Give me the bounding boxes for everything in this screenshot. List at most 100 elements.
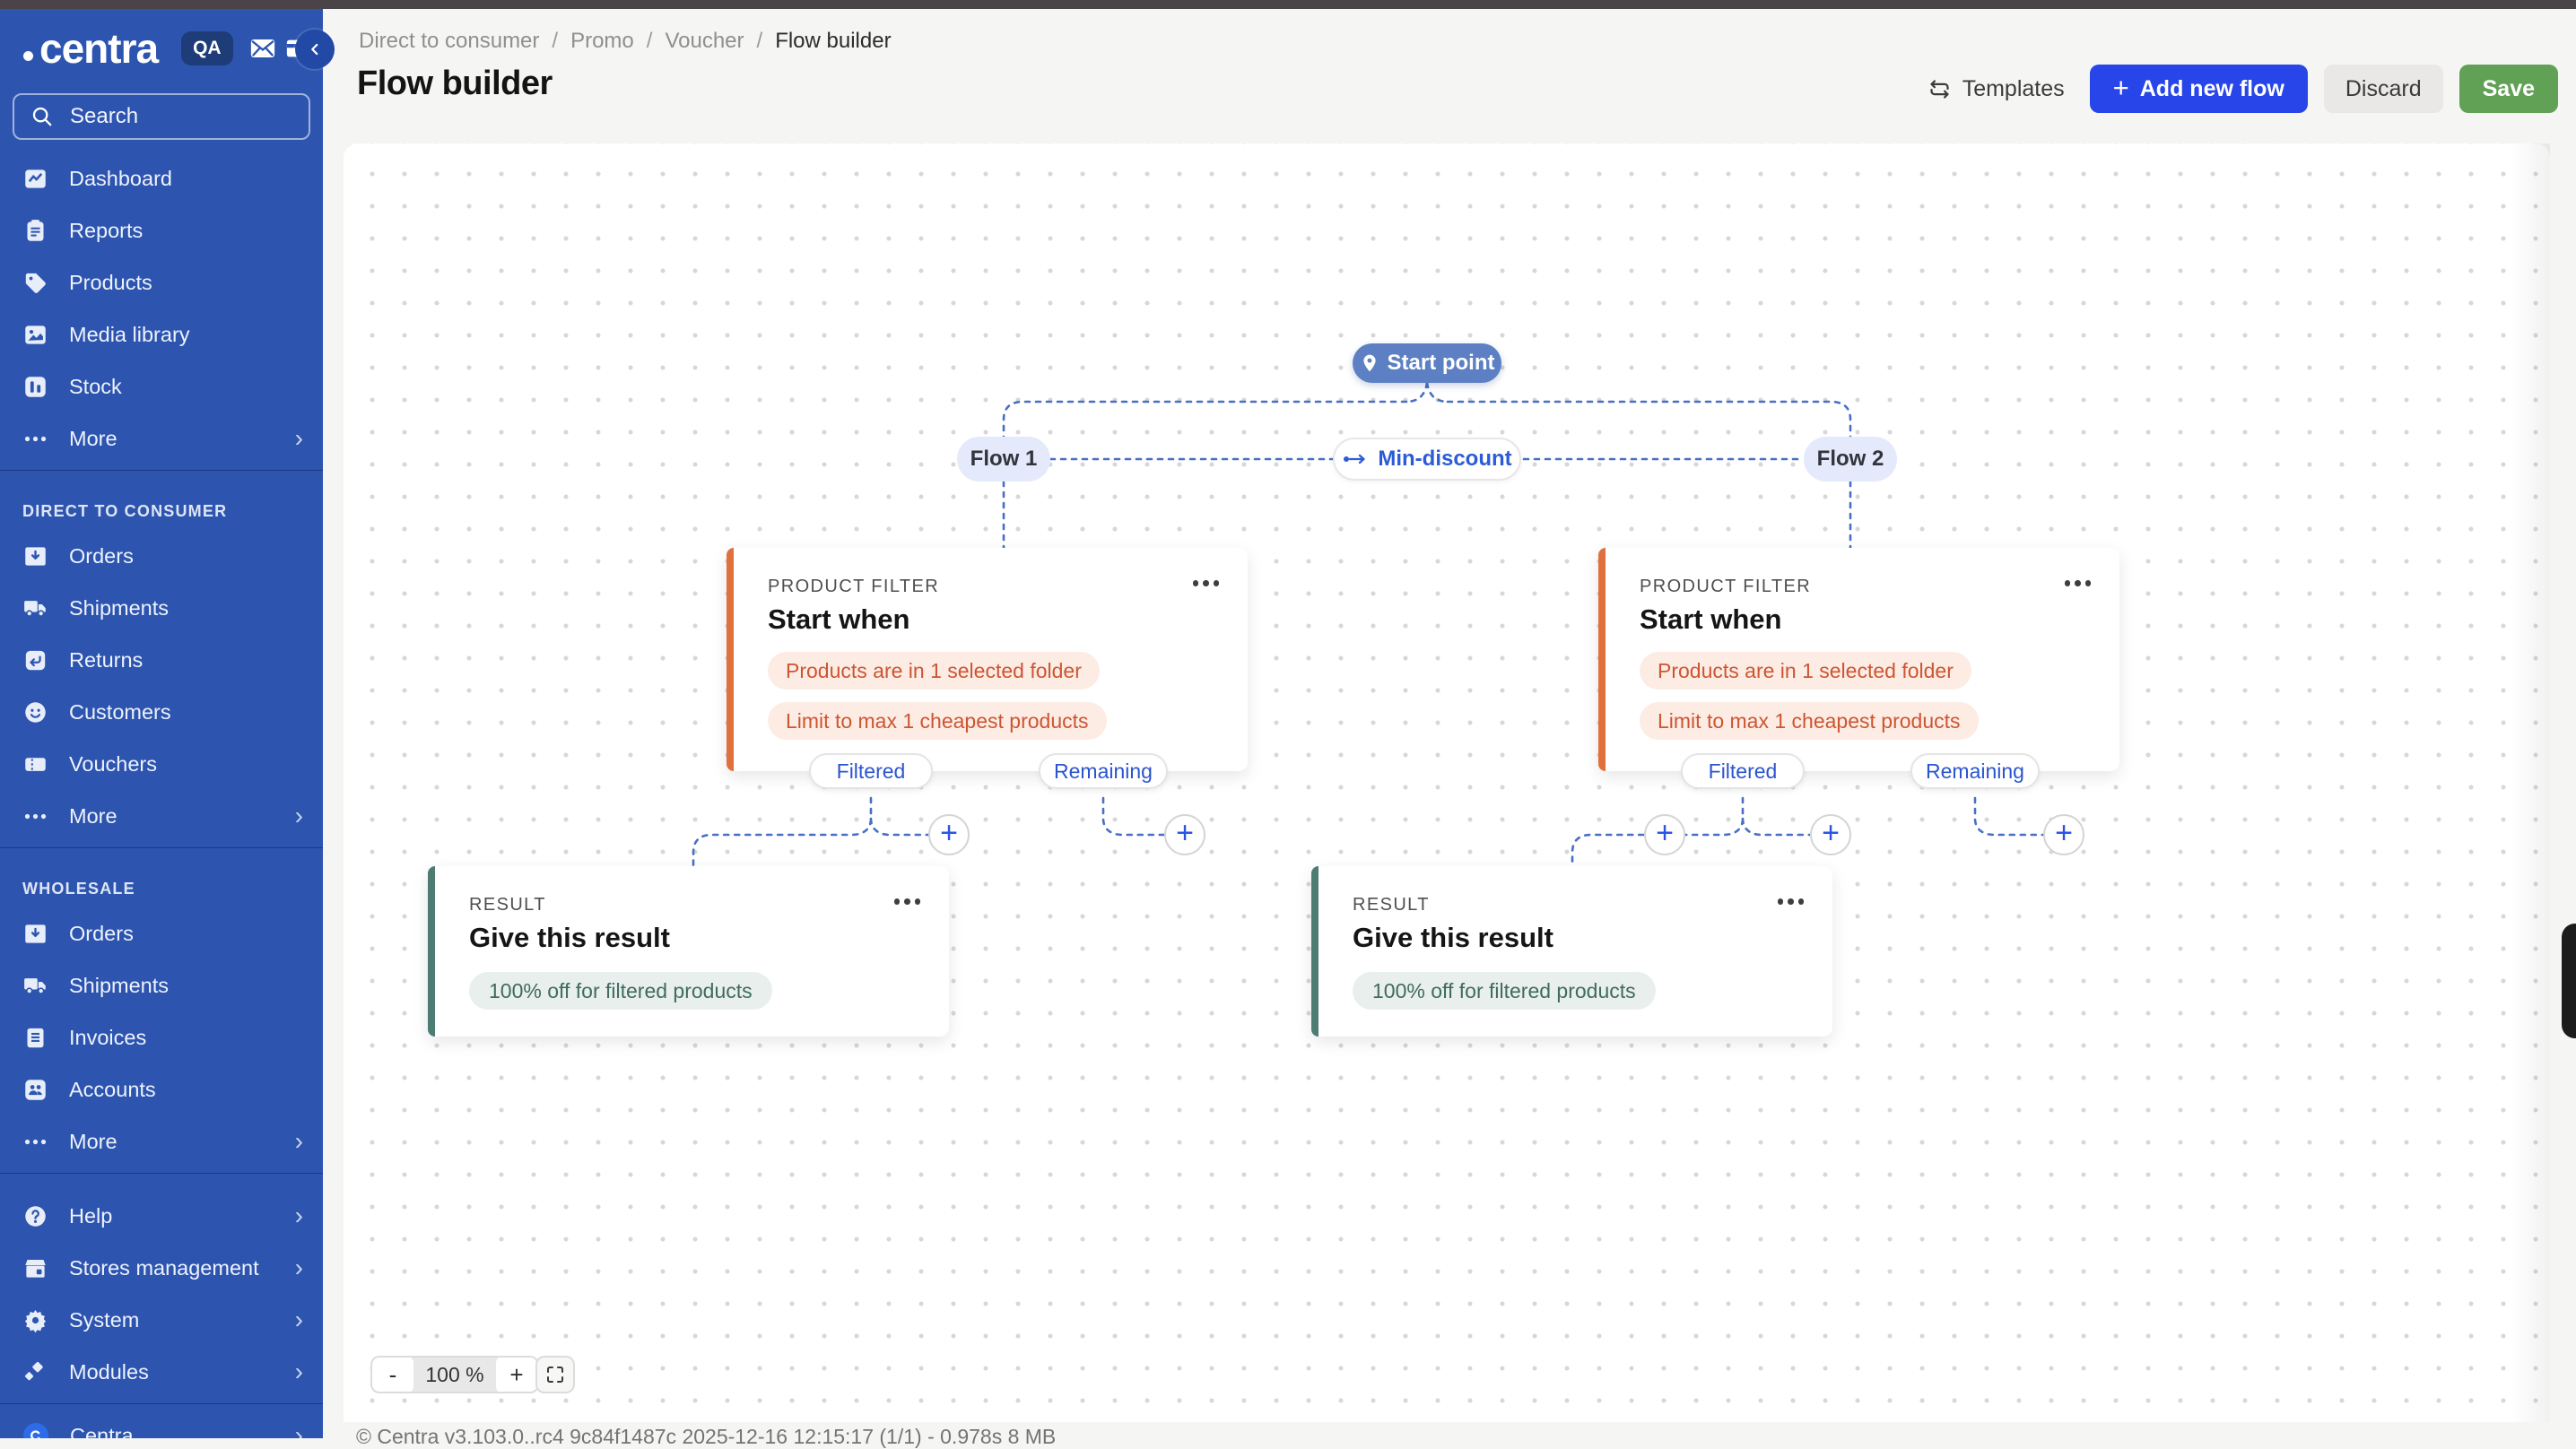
return-arrow-icon: [23, 648, 48, 672]
sidebar-item-modules[interactable]: Modules ›: [0, 1346, 323, 1398]
sidebar-item-media-library[interactable]: Media library: [0, 308, 323, 360]
sidebar-item-label: Help: [69, 1204, 112, 1228]
dot-arrow-icon: [1342, 450, 1369, 468]
result-effect-pill[interactable]: 100% off for filtered products: [1353, 972, 1656, 1010]
top-system-strip: [0, 0, 2576, 9]
result-card[interactable]: RESULT Give this result 100% off for fil…: [1311, 866, 1832, 1037]
breadcrumb: Direct to consumer / Promo / Voucher / F…: [359, 29, 892, 54]
sidebar-item-more-main[interactable]: More ›: [0, 412, 323, 464]
sidebar-item-help[interactable]: Help ›: [0, 1190, 323, 1242]
discard-button[interactable]: Discard: [2324, 65, 2443, 113]
sidebar-item-more-dtc[interactable]: More ›: [0, 790, 323, 842]
sidebar-item-stores-management[interactable]: Stores management ›: [0, 1242, 323, 1294]
gear-icon: [23, 1308, 48, 1332]
centra-logo[interactable]: centra: [23, 28, 158, 69]
flow-2-label[interactable]: Flow 2: [1804, 437, 1897, 482]
sidebar: centra QA Search Dashboard Reports Produ…: [0, 9, 323, 1438]
sidebar-item-label: Products: [69, 271, 152, 295]
add-node-button[interactable]: +: [1810, 814, 1851, 855]
sidebar-item-ws-shipments[interactable]: Shipments: [0, 959, 323, 1011]
min-discount-connector[interactable]: Min-discount: [1333, 438, 1521, 481]
add-node-button[interactable]: +: [1644, 814, 1685, 855]
breadcrumb-item[interactable]: Voucher: [665, 29, 744, 54]
templates-button[interactable]: Templates: [1919, 65, 2074, 113]
sidebar-item-label: Stores management: [69, 1256, 259, 1280]
sidebar-item-stock[interactable]: Stock: [0, 360, 323, 412]
search-input[interactable]: Search: [13, 93, 310, 140]
filter-condition[interactable]: Products are in 1 selected folder: [1640, 652, 1971, 690]
card-kind-label: PRODUCT FILTER: [1640, 577, 1811, 597]
sidebar-item-label: Shipments: [69, 974, 169, 998]
breadcrumb-item[interactable]: Direct to consumer: [359, 29, 539, 54]
sidebar-divider: [0, 1173, 323, 1174]
filter-condition[interactable]: Limit to max 1 cheapest products: [1640, 702, 1979, 740]
logo-dot-icon: [23, 51, 33, 61]
remaining-output-pill[interactable]: Remaining: [1039, 753, 1168, 789]
remaining-output-pill[interactable]: Remaining: [1910, 753, 2040, 789]
sidebar-item-more-ws[interactable]: More ›: [0, 1115, 323, 1167]
fullscreen-button[interactable]: [535, 1356, 575, 1393]
sidebar-item-label: Reports: [69, 219, 143, 243]
product-filter-card[interactable]: PRODUCT FILTER Start when Products are i…: [727, 548, 1248, 771]
result-card[interactable]: RESULT Give this result 100% off for fil…: [428, 866, 949, 1037]
footer-version-text: © Centra v3.103.0..rc4 9c84f1487c 2025-1…: [356, 1425, 1056, 1449]
add-node-button[interactable]: +: [2043, 814, 2084, 855]
sidebar-item-system[interactable]: System ›: [0, 1294, 323, 1346]
chevron-right-icon: ›: [295, 1307, 303, 1332]
sidebar-item-label: Returns: [69, 648, 143, 672]
sidebar-item-ws-orders[interactable]: Orders: [0, 907, 323, 959]
zoom-in-button[interactable]: +: [496, 1356, 537, 1393]
sidebar-item-dashboard[interactable]: Dashboard: [0, 152, 323, 204]
sidebar-item-label: Media library: [69, 323, 190, 347]
flow-1-label[interactable]: Flow 1: [957, 437, 1050, 482]
breadcrumb-item[interactable]: Promo: [570, 29, 634, 54]
sidebar-item-label: Accounts: [69, 1078, 156, 1102]
filter-condition[interactable]: Products are in 1 selected folder: [768, 652, 1100, 690]
chevron-right-icon: ›: [295, 1255, 303, 1280]
sidebar-item-dtc-orders[interactable]: Orders: [0, 530, 323, 582]
ellipsis-icon: [23, 804, 48, 829]
filter-condition[interactable]: Limit to max 1 cheapest products: [768, 702, 1107, 740]
breadcrumb-separator: /: [757, 29, 763, 54]
add-node-button[interactable]: +: [1164, 814, 1205, 855]
sidebar-item-ws-accounts[interactable]: Accounts: [0, 1063, 323, 1115]
start-point-node[interactable]: Start point: [1353, 343, 1501, 383]
flow-connectors: [344, 143, 2550, 1422]
add-new-flow-button[interactable]: + Add new flow: [2090, 65, 2308, 113]
filtered-output-pill[interactable]: Filtered: [1681, 753, 1805, 789]
start-point-label: Start point: [1388, 351, 1495, 376]
zoom-out-button[interactable]: -: [372, 1356, 413, 1393]
orders-icon: [23, 544, 48, 568]
sidebar-divider: [0, 1403, 323, 1404]
save-button[interactable]: Save: [2459, 65, 2558, 113]
card-menu-icon[interactable]: [1778, 898, 1805, 905]
product-filter-card[interactable]: PRODUCT FILTER Start when Products are i…: [1598, 548, 2119, 771]
result-effect-pill[interactable]: 100% off for filtered products: [469, 972, 772, 1010]
side-panel-handle[interactable]: [2562, 924, 2576, 1038]
card-menu-icon[interactable]: [1193, 580, 1220, 586]
sidebar-item-dtc-shipments[interactable]: Shipments: [0, 582, 323, 634]
qa-environment-badge[interactable]: QA: [181, 31, 233, 65]
sidebar-item-label: Shipments: [69, 596, 169, 620]
breadcrumb-separator: /: [647, 29, 653, 54]
smiley-icon: [23, 700, 48, 724]
sidebar-item-products[interactable]: Products: [0, 256, 323, 308]
sidebar-collapse-button[interactable]: [295, 30, 335, 69]
filtered-output-pill[interactable]: Filtered: [809, 753, 933, 789]
plus-icon: +: [2113, 72, 2129, 104]
section-header-dtc: DIRECT TO CONSUMER: [0, 476, 323, 530]
search-placeholder: Search: [70, 104, 138, 129]
card-menu-icon[interactable]: [2065, 580, 2092, 586]
chevron-right-icon: ›: [295, 1359, 303, 1384]
card-menu-icon[interactable]: [894, 898, 921, 905]
sidebar-item-reports[interactable]: Reports: [0, 204, 323, 256]
mail-icon[interactable]: [249, 35, 276, 62]
sidebar-item-dtc-vouchers[interactable]: Vouchers: [0, 738, 323, 790]
sidebar-item-centra[interactable]: Centra ›: [0, 1410, 323, 1438]
add-node-button[interactable]: +: [928, 814, 970, 855]
sidebar-item-label: Vouchers: [69, 752, 157, 777]
sidebar-item-ws-invoices[interactable]: Invoices: [0, 1011, 323, 1063]
sidebar-item-dtc-returns[interactable]: Returns: [0, 634, 323, 686]
sidebar-item-dtc-customers[interactable]: Customers: [0, 686, 323, 738]
flow-canvas[interactable]: Start point Flow 1 Flow 2 Min-discount P…: [344, 143, 2550, 1422]
